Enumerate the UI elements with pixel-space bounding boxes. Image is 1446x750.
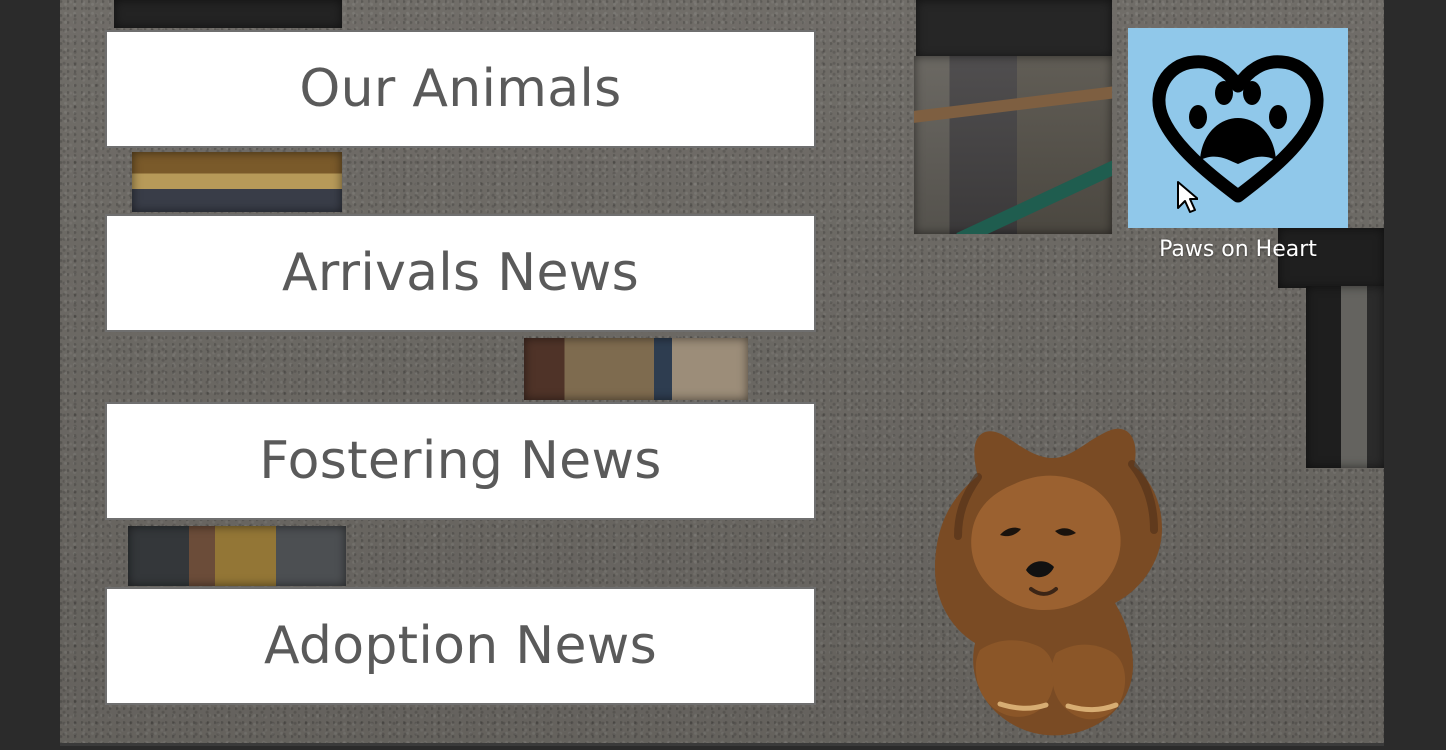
our-animals-label: Our Animals bbox=[299, 59, 622, 119]
fostering-news-button[interactable]: Fostering News bbox=[105, 402, 816, 520]
heart-paw-icon bbox=[1152, 55, 1324, 203]
app-window: Our Animals Arrivals News Fostering News… bbox=[60, 0, 1384, 746]
arrivals-news-button[interactable]: Arrivals News bbox=[105, 214, 816, 332]
wall-hole-scene bbox=[128, 526, 346, 586]
brand-caption: Paws on Heart bbox=[1159, 237, 1317, 262]
wall-hole-scene bbox=[524, 338, 748, 400]
arrivals-news-label: Arrivals News bbox=[282, 243, 639, 303]
background-pipe bbox=[956, 140, 1112, 234]
paws-on-heart-logo-button[interactable] bbox=[1128, 28, 1348, 228]
adoption-news-label: Adoption News bbox=[263, 616, 658, 676]
fostering-news-label: Fostering News bbox=[259, 431, 662, 491]
wall-hole bbox=[114, 0, 342, 28]
wall-hole-scene bbox=[914, 56, 1112, 234]
adoption-news-button[interactable]: Adoption News bbox=[105, 587, 816, 705]
wall-hole-scene bbox=[1306, 286, 1384, 468]
background-pipe bbox=[914, 84, 1112, 124]
our-animals-button[interactable]: Our Animals bbox=[105, 30, 816, 148]
wall-hole-scene bbox=[132, 152, 342, 212]
dog-image bbox=[935, 428, 1162, 736]
wall-hole bbox=[916, 0, 1112, 58]
